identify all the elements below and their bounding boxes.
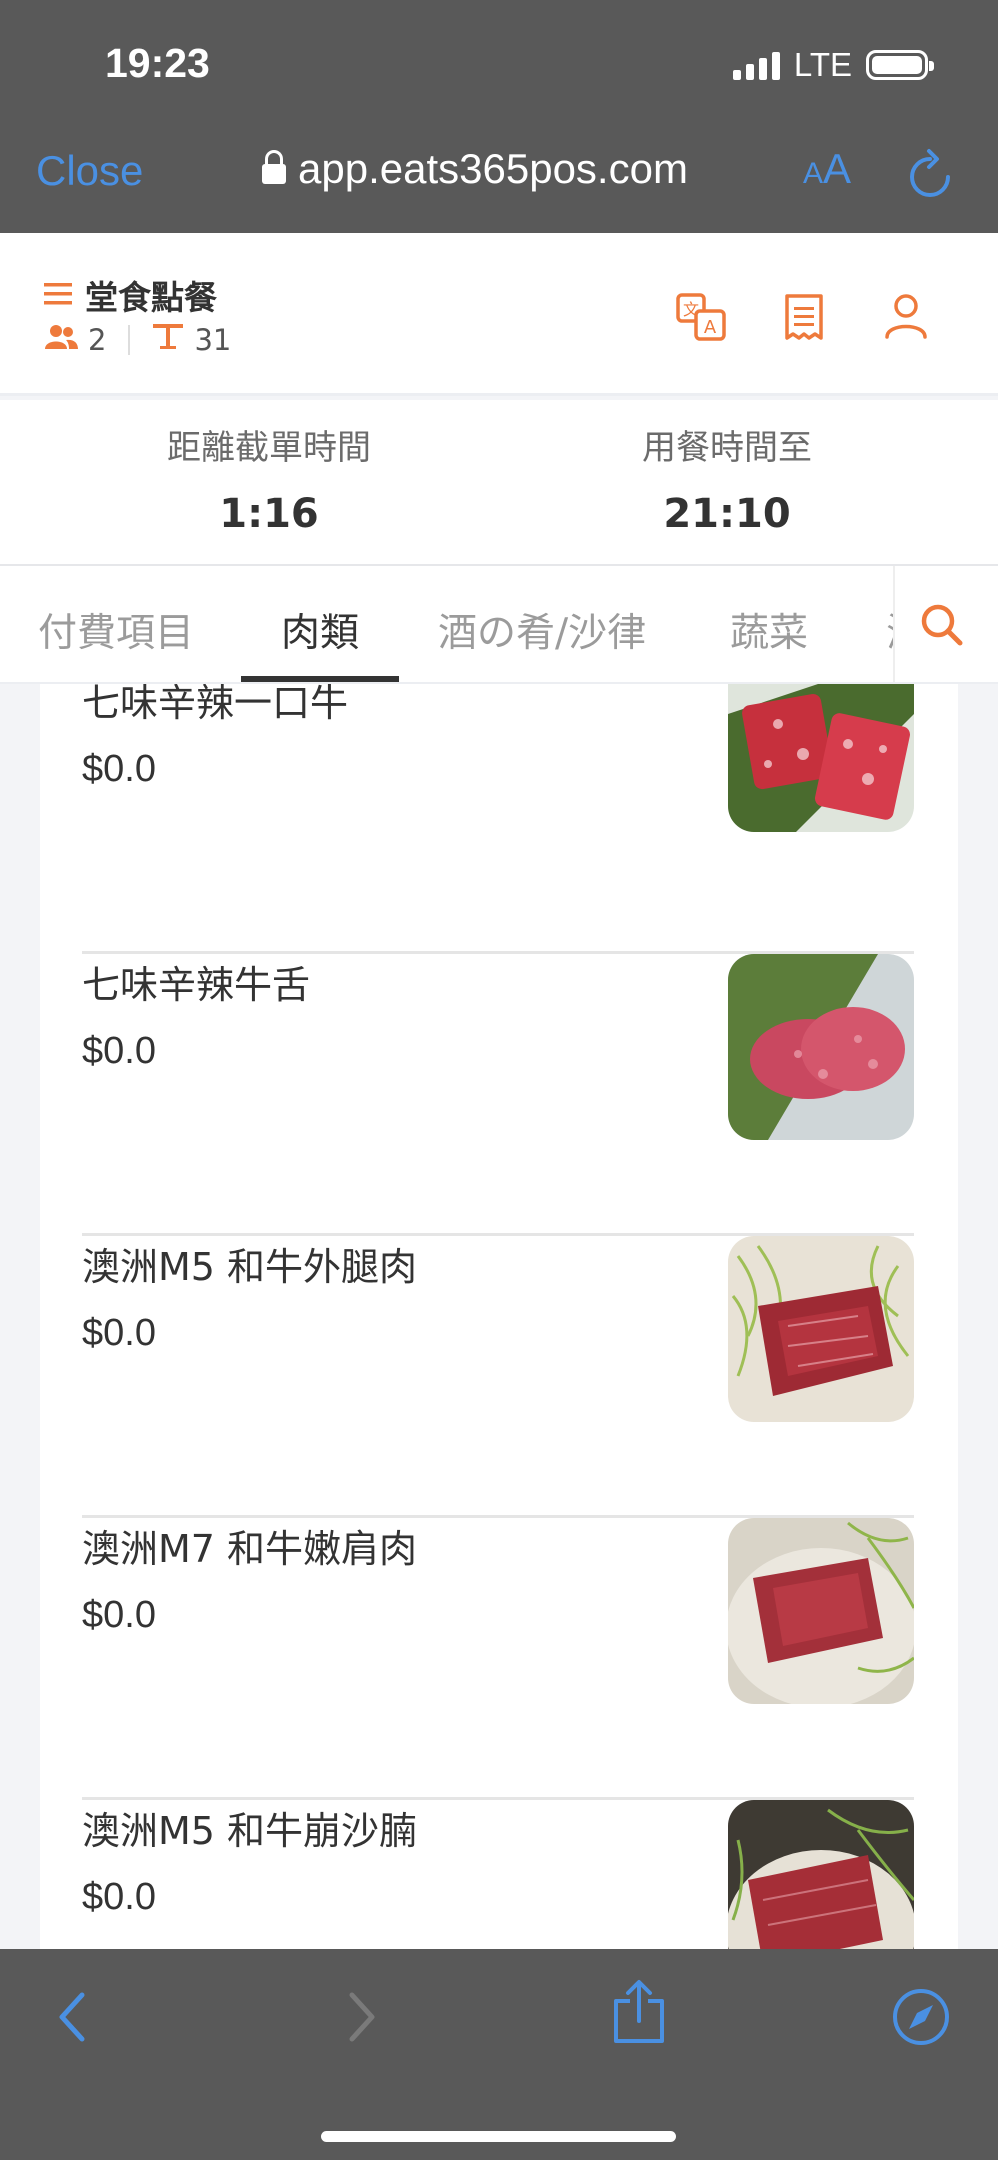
svg-text:A: A: [704, 317, 717, 338]
menu-icon[interactable]: [44, 281, 72, 311]
aa-small: A: [803, 157, 824, 190]
translate-icon[interactable]: 文 A: [676, 293, 726, 345]
status-time: 19:23: [105, 40, 210, 86]
table-number: 31: [194, 322, 232, 357]
text-size-button[interactable]: AA: [803, 145, 851, 193]
lock-icon: [262, 150, 286, 184]
item-name: 七味辛辣一口牛: [82, 684, 349, 725]
category-tabs: 付費項目 肉類 酒の肴/沙律 蔬菜 海: [0, 566, 998, 684]
guest-count: 2: [88, 322, 107, 357]
item-photo: [728, 684, 914, 832]
compass-icon[interactable]: [891, 1987, 951, 2051]
tab-paid-items[interactable]: 付費項目: [38, 602, 194, 658]
item-photo: [728, 1518, 914, 1704]
timer-panel: 距離截單時間 1:16 用餐時間至 21:10: [0, 400, 998, 566]
list-item[interactable]: 澳洲M7 和牛嫩肩肉 $0.0: [82, 1518, 914, 1800]
item-price: $0.0: [82, 1030, 156, 1072]
search-icon: [921, 604, 963, 646]
item-photo: [728, 954, 914, 1140]
item-photo: [728, 1800, 914, 1949]
item-price: $0.0: [82, 1312, 156, 1354]
item-name: 澳洲M5 和牛外腿肉: [82, 1245, 418, 1289]
guests-icon: [44, 323, 78, 357]
browser-toolbar: [0, 1949, 998, 2160]
reload-icon[interactable]: [905, 147, 955, 207]
dining-label: 用餐時間至: [642, 428, 812, 468]
table-icon: [152, 321, 184, 358]
status-bar: 19:23 LTE: [0, 0, 998, 125]
item-name: 澳洲M7 和牛嫩肩肉: [82, 1527, 418, 1571]
forward-icon[interactable]: [340, 1989, 380, 2049]
list-item[interactable]: 澳洲M5 和牛外腿肉 $0.0: [82, 1236, 914, 1518]
dining-timer: 用餐時間至 21:10: [527, 420, 927, 537]
tab-vegetables[interactable]: 蔬菜: [730, 602, 808, 658]
item-name: 澳洲M5 和牛崩沙腩: [82, 1809, 418, 1853]
tab-appetizers-salad[interactable]: 酒の肴/沙律: [438, 602, 646, 658]
address-field[interactable]: app.eats365pos.com: [262, 145, 688, 193]
cutoff-label: 距離截單時間: [167, 428, 371, 468]
status-indicators: LTE: [732, 46, 934, 84]
item-price: $0.0: [82, 1876, 156, 1918]
receipt-icon[interactable]: [784, 293, 824, 345]
network-label: LTE: [793, 46, 852, 83]
list-item[interactable]: 七味辛辣牛舌 $0.0: [82, 954, 914, 1236]
account-icon[interactable]: [884, 293, 928, 343]
item-price: $0.0: [82, 748, 156, 790]
home-indicator[interactable]: [321, 2131, 676, 2142]
app-header: 堂食點餐 2 31 文 A: [0, 233, 998, 396]
battery-icon: [866, 50, 934, 80]
dining-value: 21:10: [663, 491, 791, 537]
list-item[interactable]: 澳洲M5 和牛崩沙腩 $0.0: [82, 1800, 914, 1949]
back-icon[interactable]: [54, 1989, 94, 2049]
signal-icon: [732, 50, 780, 80]
cutoff-timer: 距離截單時間 1:16: [69, 420, 469, 537]
tab-meat[interactable]: 肉類: [281, 602, 359, 658]
product-list: 七味辛辣一口牛 $0.0 七味辛辣牛舌 $0.0 澳洲M5 和牛外腿肉 $0.0…: [40, 684, 958, 1949]
cutoff-value: 1:16: [219, 491, 319, 537]
list-item[interactable]: 七味辛辣一口牛 $0.0: [82, 684, 914, 954]
search-button[interactable]: [893, 566, 998, 682]
order-meta: 2 31: [44, 321, 231, 358]
share-icon[interactable]: [612, 1979, 666, 2049]
close-button[interactable]: Close: [36, 147, 143, 195]
aa-big: A: [823, 145, 852, 192]
url-text: app.eats365pos.com: [298, 145, 688, 192]
item-price: $0.0: [82, 1594, 156, 1636]
page-title: 堂食點餐: [85, 278, 217, 317]
meta-divider: [128, 324, 131, 355]
active-tab-indicator: [241, 676, 399, 682]
item-photo: [728, 1236, 914, 1422]
browser-url-bar: Close app.eats365pos.com AA: [0, 125, 998, 233]
item-name: 七味辛辣牛舌: [82, 963, 311, 1007]
